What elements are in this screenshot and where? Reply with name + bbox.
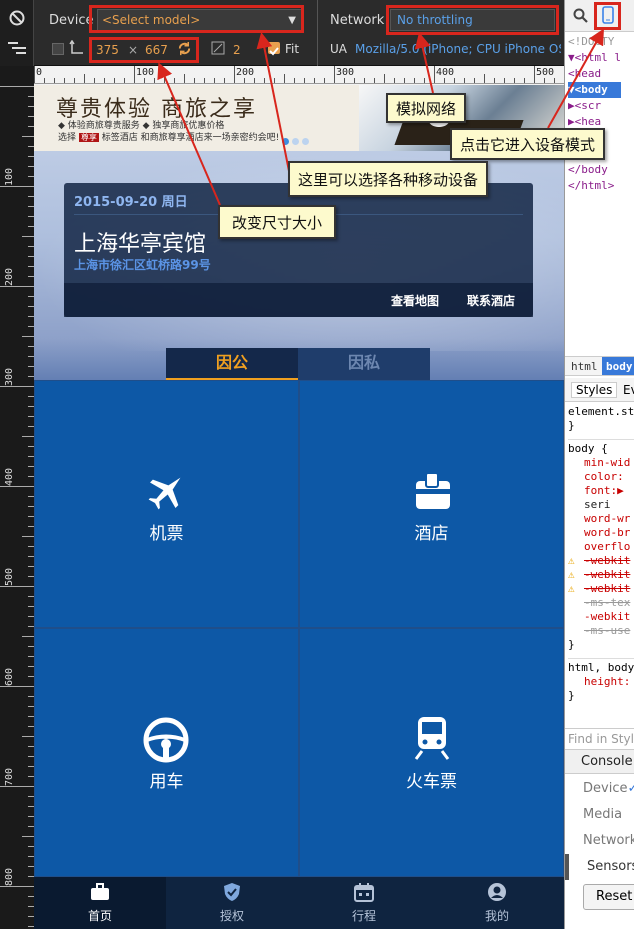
arrow-devices [256,32,291,177]
callout-network: 模拟网络 [386,93,467,123]
callout-device-mode: 点击它进入设备模式 [450,128,606,160]
arrow-device-mode [547,28,604,129]
callout-devices: 这里可以选择各种移动设备 [288,161,489,197]
arrow-resize [157,62,221,206]
callout-resize: 改变尺寸大小 [218,205,337,239]
arrow-network [414,32,434,94]
